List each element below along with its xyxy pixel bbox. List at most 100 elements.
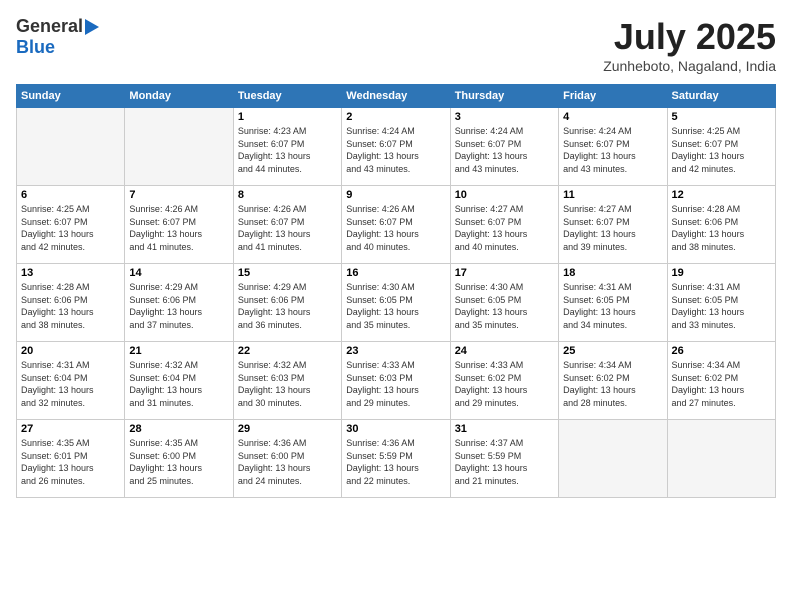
weekday-thursday: Thursday	[450, 85, 558, 108]
day-number: 17	[455, 267, 554, 279]
calendar-cell: 1 Sunrise: 4:23 AMSunset: 6:07 PMDaylight…	[233, 108, 341, 186]
day-number: 12	[672, 189, 771, 201]
calendar-cell: 26 Sunrise: 4:34 AMSunset: 6:02 PMDayligh…	[667, 342, 775, 420]
day-info: Sunrise: 4:26 AMSunset: 6:07 PMDaylight:…	[346, 203, 445, 253]
week-row-3: 13 Sunrise: 4:28 AMSunset: 6:06 PMDayligh…	[17, 264, 776, 342]
calendar-cell: 31 Sunrise: 4:37 AMSunset: 5:59 PMDayligh…	[450, 420, 558, 498]
calendar-cell: 24Sunrise: 4:33 AMSunset: 6:02 PMDayligh…	[450, 342, 558, 420]
calendar-cell	[17, 108, 125, 186]
calendar-cell: 12 Sunrise: 4:28 AMSunset: 6:06 PMDayligh…	[667, 186, 775, 264]
calendar-page: General Blue July 2025 Zunheboto, Nagala…	[0, 0, 792, 612]
day-info: Sunrise: 4:31 AMSunset: 6:05 PMDaylight:…	[672, 281, 771, 331]
logo-arrow-icon	[85, 19, 99, 35]
day-number: 7	[129, 189, 228, 201]
calendar-cell: 7Sunrise: 4:26 AMSunset: 6:07 PMDaylight…	[125, 186, 233, 264]
calendar-cell: 16Sunrise: 4:30 AMSunset: 6:05 PMDayligh…	[342, 264, 450, 342]
calendar-cell: 10 Sunrise: 4:27 AMSunset: 6:07 PMDayligh…	[450, 186, 558, 264]
calendar-cell: 28 Sunrise: 4:35 AMSunset: 6:00 PMDayligh…	[125, 420, 233, 498]
day-number: 15	[238, 267, 337, 279]
day-number: 11	[563, 189, 662, 201]
day-number: 26	[672, 345, 771, 357]
day-number: 2	[346, 111, 445, 123]
day-number: 31	[455, 423, 554, 435]
calendar-cell: 23 Sunrise: 4:33 AMSunset: 6:03 PMDayligh…	[342, 342, 450, 420]
day-number: 8	[238, 189, 337, 201]
day-info: Sunrise: 4:29 AMSunset: 6:06 PMDaylight:…	[129, 281, 228, 331]
day-info: Sunrise: 4:27 AMSunset: 6:07 PMDaylight:…	[455, 203, 554, 253]
calendar-cell: 11Sunrise: 4:27 AMSunset: 6:07 PMDayligh…	[559, 186, 667, 264]
calendar-cell: 20Sunrise: 4:31 AMSunset: 6:04 PMDayligh…	[17, 342, 125, 420]
weekday-tuesday: Tuesday	[233, 85, 341, 108]
day-info: Sunrise: 4:25 AMSunset: 6:07 PMDaylight:…	[21, 203, 120, 253]
day-number: 13	[21, 267, 120, 279]
calendar-cell: 18Sunrise: 4:31 AMSunset: 6:05 PMDayligh…	[559, 264, 667, 342]
day-info: Sunrise: 4:29 AMSunset: 6:06 PMDaylight:…	[238, 281, 337, 331]
calendar-cell: 9 Sunrise: 4:26 AMSunset: 6:07 PMDaylight…	[342, 186, 450, 264]
logo-blue-text: Blue	[16, 37, 55, 58]
day-number: 22	[238, 345, 337, 357]
day-number: 19	[672, 267, 771, 279]
calendar-cell: 25Sunrise: 4:34 AMSunset: 6:02 PMDayligh…	[559, 342, 667, 420]
day-number: 6	[21, 189, 120, 201]
calendar-cell: 5 Sunrise: 4:25 AMSunset: 6:07 PMDaylight…	[667, 108, 775, 186]
day-info: Sunrise: 4:36 AMSunset: 6:00 PMDaylight:…	[238, 437, 337, 487]
day-info: Sunrise: 4:23 AMSunset: 6:07 PMDaylight:…	[238, 125, 337, 175]
day-info: Sunrise: 4:24 AMSunset: 6:07 PMDaylight:…	[346, 125, 445, 175]
week-row-1: 1 Sunrise: 4:23 AMSunset: 6:07 PMDaylight…	[17, 108, 776, 186]
day-info: Sunrise: 4:33 AMSunset: 6:02 PMDaylight:…	[455, 359, 554, 409]
calendar-cell: 8 Sunrise: 4:26 AMSunset: 6:07 PMDaylight…	[233, 186, 341, 264]
logo: General Blue	[16, 16, 99, 58]
day-number: 28	[129, 423, 228, 435]
weekday-header-row: SundayMondayTuesdayWednesdayThursdayFrid…	[17, 85, 776, 108]
calendar-cell: 29 Sunrise: 4:36 AMSunset: 6:00 PMDayligh…	[233, 420, 341, 498]
day-info: Sunrise: 4:28 AMSunset: 6:06 PMDaylight:…	[672, 203, 771, 253]
calendar-cell	[125, 108, 233, 186]
day-info: Sunrise: 4:31 AMSunset: 6:04 PMDaylight:…	[21, 359, 120, 409]
weekday-monday: Monday	[125, 85, 233, 108]
day-number: 27	[21, 423, 120, 435]
day-number: 23	[346, 345, 445, 357]
calendar-cell: 6 Sunrise: 4:25 AMSunset: 6:07 PMDaylight…	[17, 186, 125, 264]
day-info: Sunrise: 4:37 AMSunset: 5:59 PMDaylight:…	[455, 437, 554, 487]
day-info: Sunrise: 4:32 AMSunset: 6:03 PMDaylight:…	[238, 359, 337, 409]
day-info: Sunrise: 4:34 AMSunset: 6:02 PMDaylight:…	[672, 359, 771, 409]
calendar-cell: 13 Sunrise: 4:28 AMSunset: 6:06 PMDayligh…	[17, 264, 125, 342]
week-row-2: 6 Sunrise: 4:25 AMSunset: 6:07 PMDaylight…	[17, 186, 776, 264]
week-row-4: 20Sunrise: 4:31 AMSunset: 6:04 PMDayligh…	[17, 342, 776, 420]
day-number: 30	[346, 423, 445, 435]
weekday-wednesday: Wednesday	[342, 85, 450, 108]
day-number: 25	[563, 345, 662, 357]
day-number: 14	[129, 267, 228, 279]
day-info: Sunrise: 4:35 AMSunset: 6:01 PMDaylight:…	[21, 437, 120, 487]
day-number: 21	[129, 345, 228, 357]
calendar-cell: 4Sunrise: 4:24 AMSunset: 6:07 PMDaylight…	[559, 108, 667, 186]
day-number: 9	[346, 189, 445, 201]
weekday-friday: Friday	[559, 85, 667, 108]
day-number: 5	[672, 111, 771, 123]
day-info: Sunrise: 4:30 AMSunset: 6:05 PMDaylight:…	[346, 281, 445, 331]
header: General Blue July 2025 Zunheboto, Nagala…	[16, 16, 776, 74]
calendar-table: SundayMondayTuesdayWednesdayThursdayFrid…	[16, 84, 776, 498]
calendar-cell: 3Sunrise: 4:24 AMSunset: 6:07 PMDaylight…	[450, 108, 558, 186]
calendar-cell	[559, 420, 667, 498]
day-number: 10	[455, 189, 554, 201]
day-number: 1	[238, 111, 337, 123]
calendar-cell: 2 Sunrise: 4:24 AMSunset: 6:07 PMDaylight…	[342, 108, 450, 186]
calendar-cell: 27 Sunrise: 4:35 AMSunset: 6:01 PMDayligh…	[17, 420, 125, 498]
day-info: Sunrise: 4:33 AMSunset: 6:03 PMDaylight:…	[346, 359, 445, 409]
calendar-cell: 14 Sunrise: 4:29 AMSunset: 6:06 PMDayligh…	[125, 264, 233, 342]
weekday-sunday: Sunday	[17, 85, 125, 108]
day-number: 29	[238, 423, 337, 435]
calendar-cell	[667, 420, 775, 498]
day-info: Sunrise: 4:32 AMSunset: 6:04 PMDaylight:…	[129, 359, 228, 409]
title-block: July 2025 Zunheboto, Nagaland, India	[603, 16, 776, 74]
day-info: Sunrise: 4:35 AMSunset: 6:00 PMDaylight:…	[129, 437, 228, 487]
logo-general-text: General	[16, 16, 83, 37]
day-number: 18	[563, 267, 662, 279]
week-row-5: 27 Sunrise: 4:35 AMSunset: 6:01 PMDayligh…	[17, 420, 776, 498]
day-info: Sunrise: 4:26 AMSunset: 6:07 PMDaylight:…	[238, 203, 337, 253]
day-info: Sunrise: 4:28 AMSunset: 6:06 PMDaylight:…	[21, 281, 120, 331]
day-info: Sunrise: 4:24 AMSunset: 6:07 PMDaylight:…	[563, 125, 662, 175]
calendar-cell: 19 Sunrise: 4:31 AMSunset: 6:05 PMDayligh…	[667, 264, 775, 342]
day-info: Sunrise: 4:25 AMSunset: 6:07 PMDaylight:…	[672, 125, 771, 175]
